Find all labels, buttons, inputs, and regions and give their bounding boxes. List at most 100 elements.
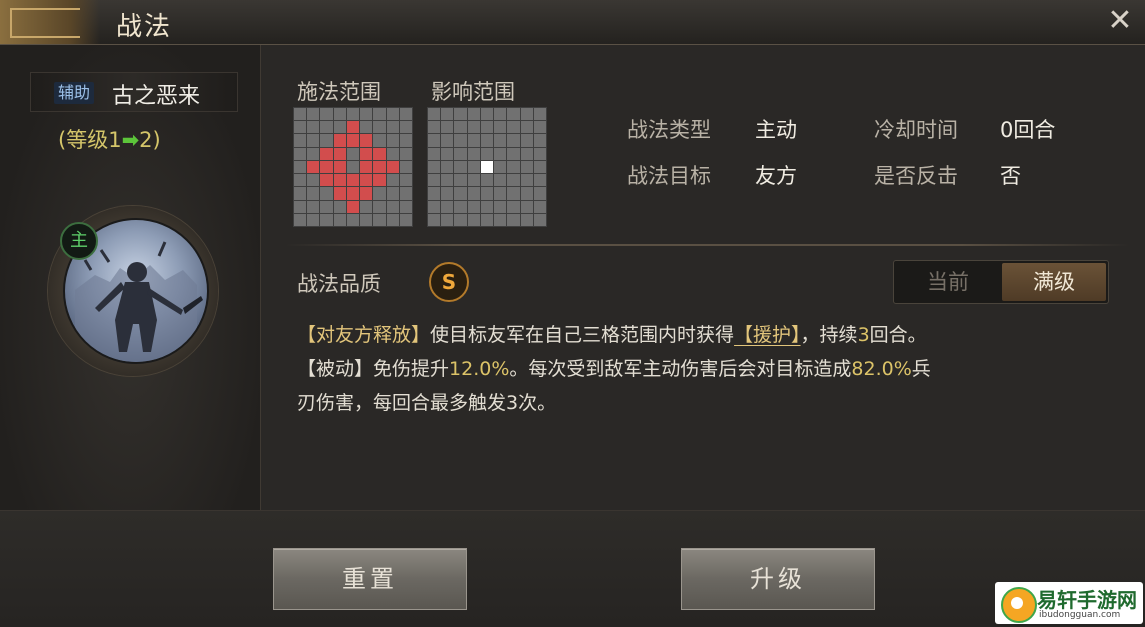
reset-button[interactable]: 重置 (273, 548, 467, 610)
cast-range-cell (346, 174, 360, 187)
level-from: (等级1 (58, 128, 122, 152)
grid-cell (467, 160, 480, 174)
grid-cell (428, 174, 441, 187)
grid-cell (307, 200, 320, 213)
grid-cell (373, 108, 386, 121)
grid-cell (480, 121, 494, 134)
grid-cell (533, 174, 546, 187)
guard-keyword-link[interactable]: 【援护】 (734, 324, 801, 346)
desc-text: 兵 (911, 358, 931, 380)
grid-cell (520, 134, 533, 147)
grid-cell (320, 187, 333, 200)
grid-cell (399, 213, 412, 226)
tab-current[interactable]: 当前 (896, 263, 1000, 301)
grid-cell (494, 200, 507, 213)
main-badge: 主 (60, 222, 98, 260)
grid-cell (520, 174, 533, 187)
grid-cell (373, 121, 386, 134)
cast-range-cell (333, 147, 346, 160)
grid-cell (467, 108, 480, 121)
desc-text: 免伤提升 (373, 358, 450, 380)
skill-target-value: 友方 (755, 164, 797, 188)
grid-cell (520, 213, 533, 226)
grid-cell (428, 108, 441, 121)
grid-cell (307, 147, 320, 160)
grid-cell (294, 187, 307, 200)
grid-cell (399, 160, 412, 174)
duration-value: 3 (857, 324, 870, 346)
grid-cell (399, 108, 412, 121)
grid-cell (520, 200, 533, 213)
cast-range-cell (333, 187, 346, 200)
site-watermark: 易轩手游网 ibudongguan.com (995, 582, 1143, 624)
grid-cell (454, 160, 467, 174)
desc-text: 。每次受到敌军主动伤害后会对目标造成 (509, 358, 852, 380)
grid-cell (494, 187, 507, 200)
grid-cell (307, 213, 320, 226)
grid-cell (533, 200, 546, 213)
header-ornament-icon (0, 0, 100, 44)
grid-cell (399, 187, 412, 200)
grid-cell (294, 121, 307, 134)
grid-cell (333, 213, 346, 226)
grid-cell (494, 160, 507, 174)
grid-cell (399, 147, 412, 160)
grid-cell (386, 187, 399, 200)
cast-range-grid (293, 107, 413, 227)
grid-cell (386, 174, 399, 187)
cast-range-cell (320, 160, 333, 174)
grid-cell (533, 213, 546, 226)
grid-cell (307, 187, 320, 200)
grid-cell (441, 134, 454, 147)
grid-cell (454, 174, 467, 187)
close-icon[interactable]: ✕ (1101, 2, 1139, 40)
grid-cell (507, 213, 520, 226)
grid-cell (494, 174, 507, 187)
grid-cell (507, 108, 520, 121)
grid-cell (480, 200, 494, 213)
grid-cell (467, 200, 480, 213)
grid-cell (320, 108, 333, 121)
grid-cell (373, 187, 386, 200)
cast-range-cell (346, 134, 360, 147)
grid-cell (441, 121, 454, 134)
grid-cell (428, 134, 441, 147)
grid-cell (428, 160, 441, 174)
cast-range-cell (360, 134, 373, 147)
cast-range-cell (386, 160, 399, 174)
grid-cell (467, 134, 480, 147)
grid-cell (454, 187, 467, 200)
tab-max-level[interactable]: 满级 (1002, 263, 1106, 301)
grid-cell (360, 200, 373, 213)
grid-cell (494, 147, 507, 160)
cast-range-cell (373, 174, 386, 187)
grid-cell (320, 134, 333, 147)
upgrade-button[interactable]: 升级 (681, 548, 875, 610)
grid-cell (320, 213, 333, 226)
grid-cell (386, 213, 399, 226)
cooldown-value: 0回合 (1000, 118, 1056, 142)
passive-tag: 【被动】 (297, 358, 374, 380)
damage-value: 82.0% (851, 358, 912, 380)
grid-cell (507, 147, 520, 160)
effect-range-cell (480, 160, 494, 174)
grid-cell (507, 200, 520, 213)
role-badge: 辅助 (54, 82, 95, 104)
grid-cell (520, 187, 533, 200)
effect-range-label: 影响范围 (431, 80, 515, 104)
cast-range-cell (320, 174, 333, 187)
grid-cell (520, 108, 533, 121)
grid-cell (441, 213, 454, 226)
grid-cell (320, 121, 333, 134)
desc-text: ，持续 (800, 324, 858, 346)
grid-cell (333, 200, 346, 213)
grid-cell (307, 108, 320, 121)
grid-cell (467, 213, 480, 226)
cast-range-cell (320, 147, 333, 160)
footer-bar (0, 510, 1145, 627)
description-line-3: 刃伤害，每回合最多触发3次。 (297, 392, 557, 414)
grid-cell (520, 160, 533, 174)
grid-cell (441, 187, 454, 200)
grid-cell (428, 200, 441, 213)
grid-cell (333, 108, 346, 121)
